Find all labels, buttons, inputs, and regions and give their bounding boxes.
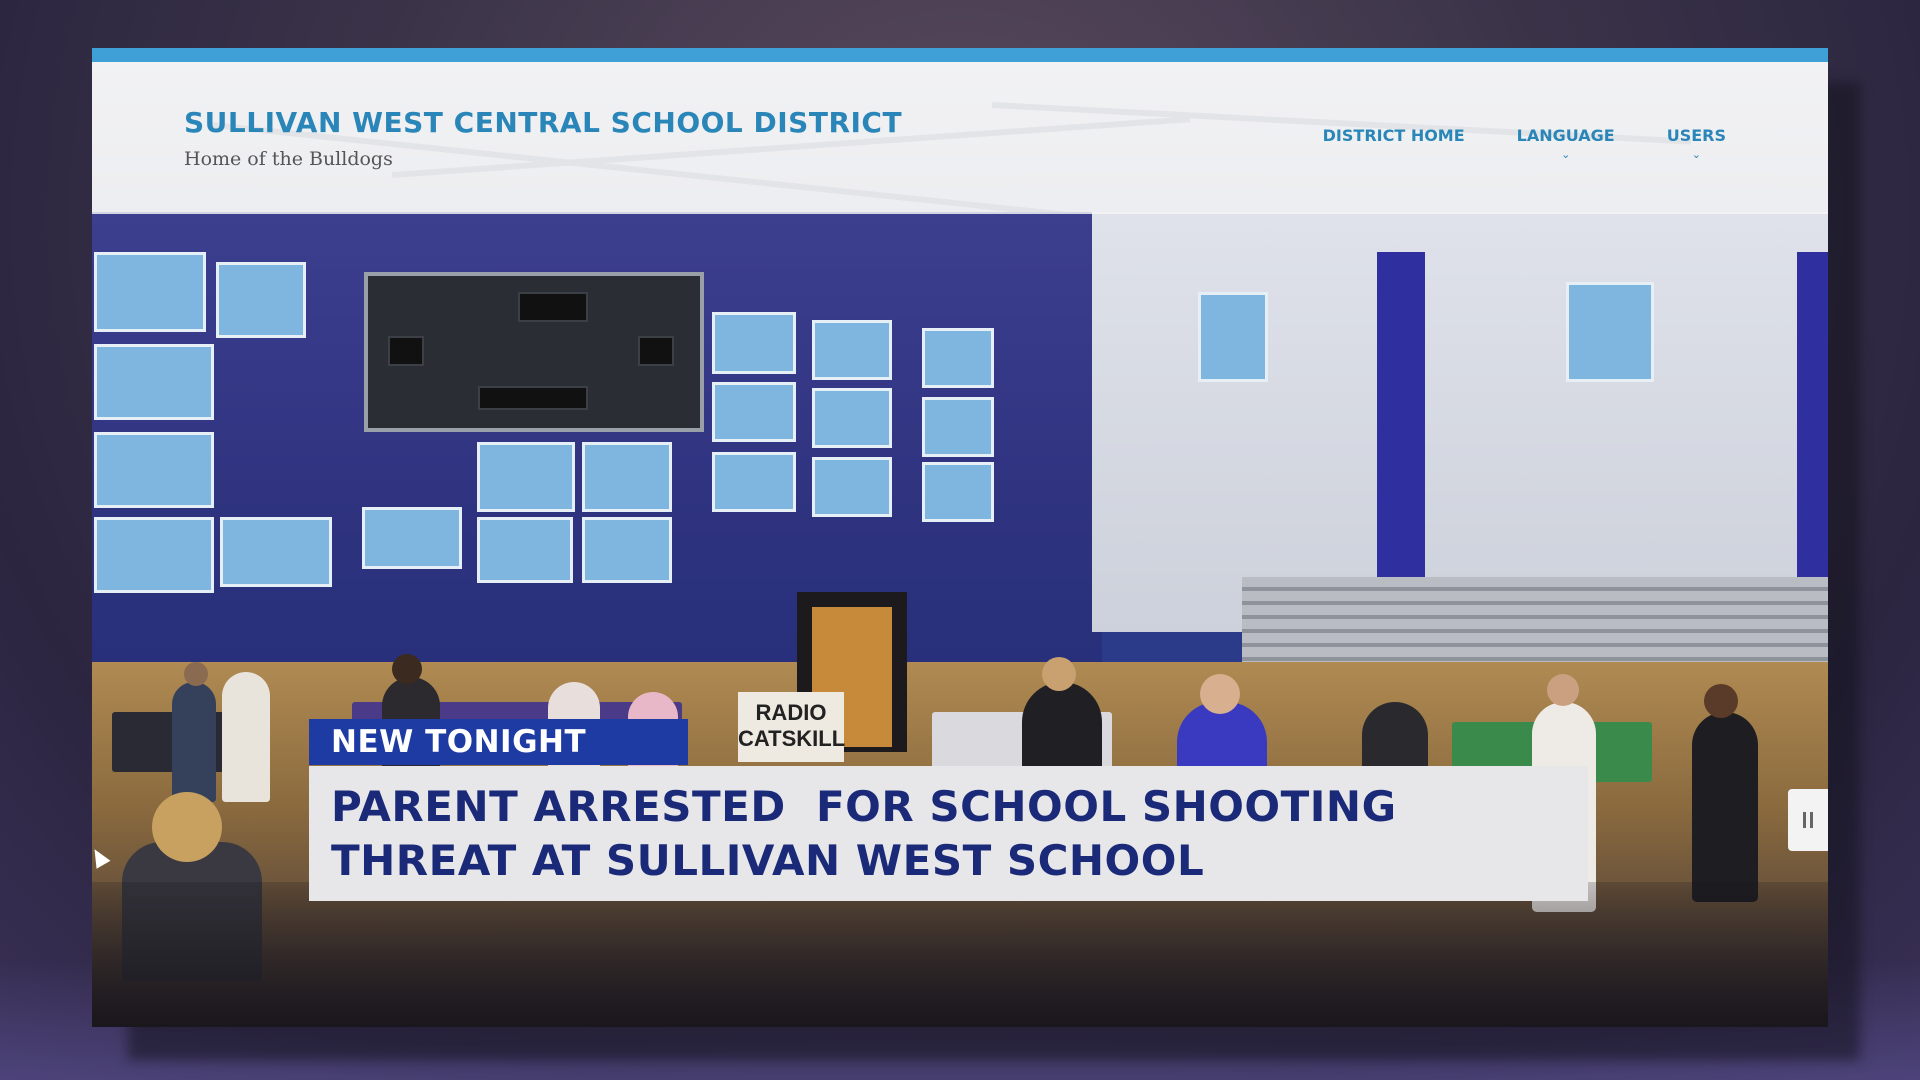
headline-line-1: PARENT ARRESTED FOR SCHOOL SHOOTING [331, 782, 1397, 831]
person-head [184, 662, 208, 686]
championship-banner [94, 344, 214, 420]
site-title[interactable]: SULLIVAN WEST CENTRAL SCHOOL DISTRICT [184, 106, 902, 139]
championship-banner [362, 507, 462, 569]
headline-line-2: THREAT AT SULLIVAN WEST SCHOOL [331, 836, 1205, 885]
person-head [152, 792, 222, 862]
pause-icon [1810, 812, 1813, 828]
championship-banner [922, 397, 994, 457]
scoreboard-digit [478, 386, 588, 410]
nav-users[interactable]: USERS ⌄ [1666, 126, 1726, 161]
blue-pillar [1377, 252, 1425, 632]
news-kicker: NEW TONIGHT [309, 719, 688, 765]
nav-label: DISTRICT HOME [1322, 126, 1465, 145]
scoreboard-digit [388, 336, 424, 366]
championship-banner [220, 517, 332, 587]
championship-banner [922, 328, 994, 388]
site-header: SULLIVAN WEST CENTRAL SCHOOL DISTRICT Ho… [92, 62, 1828, 214]
person-head [1547, 674, 1579, 706]
championship-banner [582, 517, 672, 583]
championship-banner [712, 312, 796, 374]
foreground-shadow [92, 882, 1828, 1027]
person-head [1704, 684, 1738, 718]
person [222, 672, 270, 802]
news-headline-box: PARENT ARRESTED FOR SCHOOL SHOOTING THRE… [309, 766, 1588, 901]
person-head [392, 654, 422, 684]
white-wall [1092, 212, 1828, 632]
championship-banner [922, 462, 994, 522]
scoreboard-digit [518, 292, 588, 322]
championship-banner [712, 452, 796, 512]
site-accent-bar [92, 48, 1828, 62]
nav-label: USERS [1666, 126, 1726, 145]
championship-banner [712, 382, 796, 442]
championship-banner [582, 442, 672, 512]
championship-banner [94, 432, 214, 508]
championship-banner [216, 262, 306, 338]
championship-banner [94, 252, 206, 332]
radio-catskill-sign: RADIO CATSKILL [738, 692, 845, 762]
person [1692, 712, 1758, 902]
person-head [1200, 674, 1240, 714]
nav-district-home[interactable]: DISTRICT HOME [1323, 126, 1465, 145]
bulldog-banner [1566, 282, 1654, 382]
scoreboard-digit [638, 336, 674, 366]
scoreboard [364, 272, 704, 432]
championship-banner [477, 517, 573, 583]
championship-banner [94, 517, 214, 593]
championship-banner [477, 442, 575, 512]
nav-language[interactable]: LANGUAGE ⌄ [1516, 126, 1615, 161]
slideshow-pause-button[interactable] [1788, 789, 1828, 851]
bulldog-banner [1198, 292, 1268, 382]
championship-banner [812, 320, 892, 380]
blue-pillar [1797, 252, 1828, 632]
person-head [1042, 657, 1076, 691]
pause-icon [1803, 812, 1806, 828]
site-nav: DISTRICT HOME LANGUAGE ⌄ USERS ⌄ [1323, 126, 1726, 161]
chevron-down-icon: ⌄ [1561, 148, 1571, 161]
championship-banner [812, 388, 892, 448]
site-tagline: Home of the Bulldogs [184, 148, 393, 170]
chevron-down-icon: ⌄ [1691, 148, 1701, 161]
nav-label: LANGUAGE [1516, 126, 1615, 145]
news-headline: PARENT ARRESTED FOR SCHOOL SHOOTING THRE… [331, 780, 1397, 888]
person [172, 682, 216, 802]
championship-banner [812, 457, 892, 517]
